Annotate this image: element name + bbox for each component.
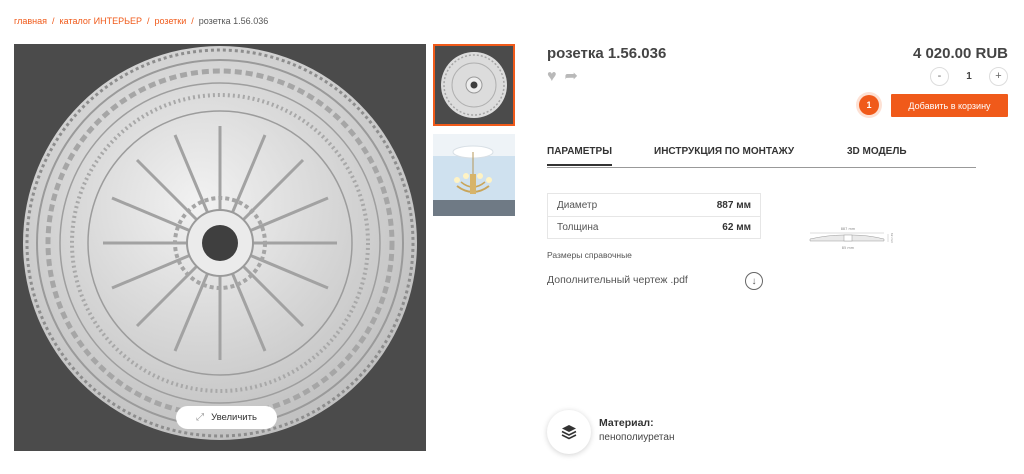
- quantity-stepper: - 1 +: [930, 66, 1008, 86]
- thumbnail-rosette[interactable]: [433, 44, 515, 126]
- heart-icon[interactable]: ♥: [547, 69, 557, 85]
- material-label: Материал:: [599, 417, 654, 429]
- zoom-label: Увеличить: [211, 412, 257, 423]
- param-value: 887 мм: [716, 199, 751, 211]
- drawing-bottom-dim: 85 mm: [842, 246, 855, 250]
- param-name: Диаметр: [557, 199, 598, 211]
- download-icon[interactable]: ↓: [745, 272, 763, 290]
- breadcrumb-home[interactable]: главная: [14, 16, 47, 26]
- quantity-plus-button[interactable]: +: [989, 66, 1008, 86]
- breadcrumb: главная / каталог ИНТЕРЬЕР / розетки / розетка…: [14, 16, 268, 26]
- breadcrumb-separator: /: [191, 16, 194, 26]
- material-value: пенополиуретан: [599, 432, 675, 443]
- breadcrumb-catalog[interactable]: каталог ИНТЕРЬЕР: [60, 16, 143, 26]
- tab-parameters[interactable]: ПАРАМЕТРЫ: [547, 146, 612, 166]
- expand-icon: ⤢: [196, 412, 205, 423]
- product-price: 4 020.00 RUB: [912, 45, 1008, 62]
- quantity-minus-button[interactable]: -: [930, 66, 949, 86]
- product-title: розетка 1.56.036: [547, 45, 667, 62]
- table-row: Толщина 62 мм: [548, 216, 760, 238]
- chandelier-interior-image: [433, 134, 515, 216]
- cart-count-badge: 1: [859, 95, 879, 115]
- table-row: Диаметр 887 мм: [548, 194, 760, 216]
- tab-installation[interactable]: ИНСТРУКЦИЯ ПО МОНТАЖУ: [654, 146, 794, 157]
- ceiling-rosette-image: [23, 46, 417, 440]
- tab-3d-model[interactable]: 3D МОДЕЛЬ: [847, 146, 907, 157]
- parameters-table: Диаметр 887 мм Толщина 62 мм: [547, 193, 761, 239]
- share-icon[interactable]: ➦: [565, 69, 578, 85]
- drawing-side-dim: 62 mm: [890, 233, 894, 244]
- drawing-top-dim: 887 mm: [841, 227, 856, 231]
- quantity-value[interactable]: 1: [966, 71, 972, 82]
- breadcrumb-separator: /: [51, 16, 55, 26]
- breadcrumb-category[interactable]: розетки: [155, 16, 187, 26]
- technical-drawing[interactable]: 887 mm 85 mm 62 mm: [808, 225, 894, 253]
- thumbnail-interior[interactable]: [433, 134, 515, 216]
- breadcrumb-current: розетка 1.56.036: [198, 16, 269, 26]
- product-actions: ♥ ➦: [547, 69, 578, 85]
- breadcrumb-separator: /: [147, 16, 150, 26]
- dimensions-note: Размеры справочные: [547, 250, 632, 260]
- layers-icon: [561, 425, 577, 440]
- add-to-cart-button[interactable]: Добавить в корзину: [891, 94, 1008, 117]
- param-name: Толщина: [557, 222, 599, 233]
- rosette-thumbnail-image: [441, 52, 507, 118]
- param-value: 62 мм: [722, 222, 751, 233]
- main-product-image[interactable]: ⤢ Увеличить: [14, 44, 426, 451]
- pdf-link[interactable]: Дополнительный чертеж .pdf: [547, 274, 688, 286]
- product-tabs: ПАРАМЕТРЫ ИНСТРУКЦИЯ ПО МОНТАЖУ 3D МОДЕЛ…: [547, 146, 976, 168]
- zoom-button[interactable]: ⤢ Увеличить: [176, 406, 277, 429]
- material-icon: [547, 410, 591, 454]
